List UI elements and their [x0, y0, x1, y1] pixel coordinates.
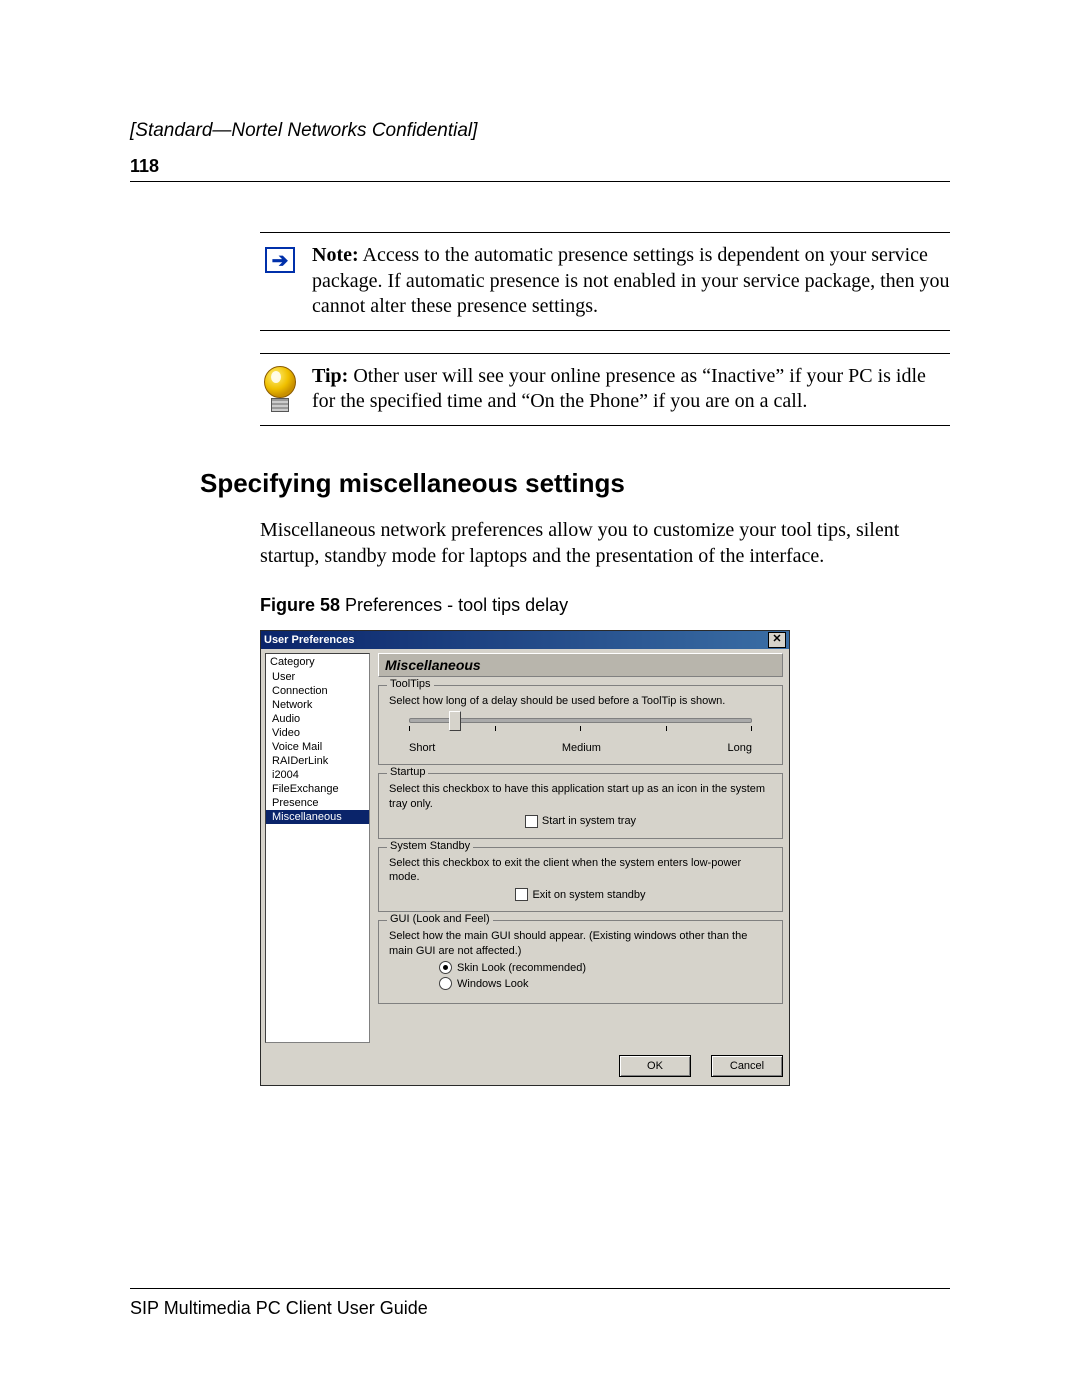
- standby-group: System Standby Select this checkbox to e…: [378, 847, 783, 913]
- category-item-raiderlink[interactable]: RAIDerLink: [266, 754, 369, 768]
- arrow-icon: ➔: [265, 247, 295, 273]
- standby-legend: System Standby: [387, 840, 473, 852]
- cancel-button[interactable]: Cancel: [711, 1055, 783, 1077]
- exit-on-standby-checkbox[interactable]: [515, 888, 528, 901]
- ok-button[interactable]: OK: [619, 1055, 691, 1077]
- tooltip-delay-slider[interactable]: [409, 714, 752, 742]
- figure-caption-text: Preferences - tool tips delay: [340, 595, 568, 615]
- panel-title: Miscellaneous: [378, 653, 783, 677]
- category-header: Category: [266, 654, 369, 670]
- callout-bottom-rule: [260, 330, 950, 331]
- body-paragraph: Miscellaneous network preferences allow …: [260, 517, 950, 569]
- section-heading: Specifying miscellaneous settings: [200, 468, 950, 499]
- tooltips-text: Select how long of a delay should be use…: [389, 694, 772, 708]
- category-item-voice-mail[interactable]: Voice Mail: [266, 740, 369, 754]
- note-body: Access to the automatic presence setting…: [312, 244, 950, 317]
- footer-text: SIP Multimedia PC Client User Guide: [130, 1298, 428, 1319]
- skin-look-row[interactable]: Skin Look (recommended): [439, 961, 772, 974]
- start-in-tray-checkbox[interactable]: [525, 815, 538, 828]
- note-text: Note: Access to the automatic presence s…: [300, 243, 950, 320]
- startup-text: Select this checkbox to have this applic…: [389, 782, 772, 811]
- footer-rule: [130, 1288, 950, 1289]
- startup-group: Startup Select this checkbox to have thi…: [378, 773, 783, 839]
- confidential-header: [Standard—Nortel Networks Confidential]: [130, 120, 950, 142]
- category-item-i2004[interactable]: i2004: [266, 768, 369, 782]
- tip-label: Tip:: [312, 365, 348, 387]
- start-in-tray-label: Start in system tray: [542, 815, 636, 827]
- category-item-miscellaneous[interactable]: Miscellaneous: [266, 810, 369, 824]
- lightbulb-icon: [261, 366, 299, 414]
- figure-number: Figure 58: [260, 595, 340, 615]
- exit-on-standby-row[interactable]: Exit on system standby: [389, 888, 772, 901]
- dialog-button-row: OK Cancel: [261, 1047, 789, 1085]
- tip-body: Other user will see your online presence…: [312, 365, 926, 413]
- figure-caption: Figure 58 Preferences - tool tips delay: [260, 595, 950, 616]
- category-tree[interactable]: Category UserConnectionNetworkAudioVideo…: [265, 653, 370, 1043]
- windows-look-row[interactable]: Windows Look: [439, 977, 772, 990]
- slider-short-label: Short: [409, 742, 435, 754]
- exit-on-standby-label: Exit on system standby: [532, 889, 645, 901]
- gui-text: Select how the main GUI should appear. (…: [389, 929, 772, 958]
- category-item-presence[interactable]: Presence: [266, 796, 369, 810]
- slider-labels: Short Medium Long: [409, 742, 752, 754]
- close-icon: ✕: [772, 634, 781, 645]
- user-preferences-dialog: User Preferences ✕ Category UserConnecti…: [260, 630, 790, 1086]
- slider-medium-label: Medium: [562, 742, 601, 754]
- gui-legend: GUI (Look and Feel): [387, 913, 493, 925]
- tip-bulb-icon: [260, 364, 300, 414]
- slider-long-label: Long: [728, 742, 752, 754]
- category-item-network[interactable]: Network: [266, 698, 369, 712]
- category-item-fileexchange[interactable]: FileExchange: [266, 782, 369, 796]
- tip-bottom-rule: [260, 425, 950, 426]
- note-label: Note:: [312, 244, 359, 266]
- skin-look-label: Skin Look (recommended): [457, 962, 586, 974]
- standby-text: Select this checkbox to exit the client …: [389, 856, 772, 885]
- tip-text: Tip: Other user will see your online pre…: [300, 364, 950, 415]
- start-in-tray-row[interactable]: Start in system tray: [389, 815, 772, 828]
- windows-look-radio[interactable]: [439, 977, 452, 990]
- note-arrow-icon: ➔: [260, 243, 300, 273]
- category-item-user[interactable]: User: [266, 670, 369, 684]
- dialog-title: User Preferences: [264, 634, 355, 646]
- dialog-titlebar[interactable]: User Preferences ✕: [261, 631, 789, 649]
- close-button[interactable]: ✕: [768, 632, 786, 648]
- tip-callout: Tip: Other user will see your online pre…: [260, 353, 950, 438]
- category-item-video[interactable]: Video: [266, 726, 369, 740]
- note-callout: ➔ Note: Access to the automatic presence…: [260, 232, 950, 343]
- category-item-connection[interactable]: Connection: [266, 684, 369, 698]
- category-item-audio[interactable]: Audio: [266, 712, 369, 726]
- startup-legend: Startup: [387, 766, 428, 778]
- tooltips-group: ToolTips Select how long of a delay shou…: [378, 685, 783, 765]
- settings-panel: Miscellaneous ToolTips Select how long o…: [370, 649, 789, 1047]
- tooltips-legend: ToolTips: [387, 678, 434, 690]
- windows-look-label: Windows Look: [457, 978, 529, 990]
- gui-group: GUI (Look and Feel) Select how the main …: [378, 920, 783, 1004]
- header-rule: [130, 181, 950, 182]
- skin-look-radio[interactable]: [439, 961, 452, 974]
- page-number: 118: [130, 156, 950, 177]
- preferences-dialog-figure: User Preferences ✕ Category UserConnecti…: [260, 630, 790, 1086]
